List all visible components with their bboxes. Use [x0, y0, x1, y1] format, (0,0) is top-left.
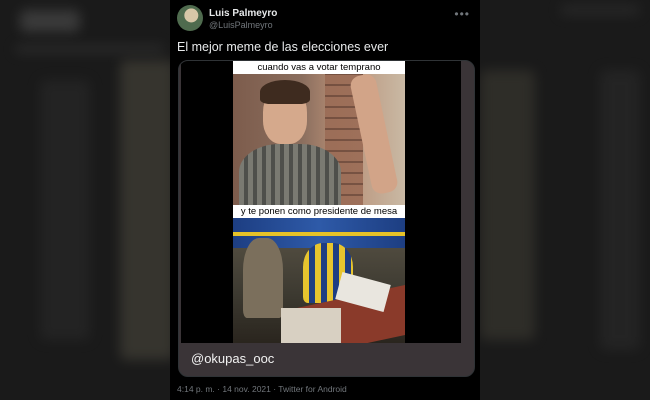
video-frame[interactable]: cuando vas a votar temprano y te ponen c…: [181, 61, 461, 343]
meme-image: cuando vas a votar temprano y te ponen c…: [233, 61, 405, 343]
meme-photo-top: [233, 74, 405, 205]
tweet-media[interactable]: cuando vas a votar temprano y te ponen c…: [178, 60, 475, 377]
meme-caption-bottom: y te ponen como presidente de mesa: [233, 205, 405, 218]
author-names[interactable]: Luis Palmeyro @LuisPalmeyro: [209, 8, 277, 31]
user-handle[interactable]: @LuisPalmeyro: [209, 20, 277, 31]
tweet-header: Luis Palmeyro @LuisPalmeyro •••: [177, 5, 480, 35]
tweet-card: Luis Palmeyro @LuisPalmeyro ••• El mejor…: [170, 0, 480, 400]
media-credit: @okupas_ooc: [191, 351, 275, 366]
avatar[interactable]: [177, 5, 203, 31]
tweet-text: El mejor meme de las elecciones ever: [177, 40, 389, 54]
tweet-timestamp[interactable]: 4:14 p. m. · 14 nov. 2021 · Twitter for …: [177, 384, 347, 394]
display-name[interactable]: Luis Palmeyro: [209, 8, 277, 20]
more-horizontal-icon[interactable]: •••: [454, 7, 470, 21]
meme-caption-top: cuando vas a votar temprano: [233, 61, 405, 74]
meme-photo-bottom: [233, 218, 405, 343]
